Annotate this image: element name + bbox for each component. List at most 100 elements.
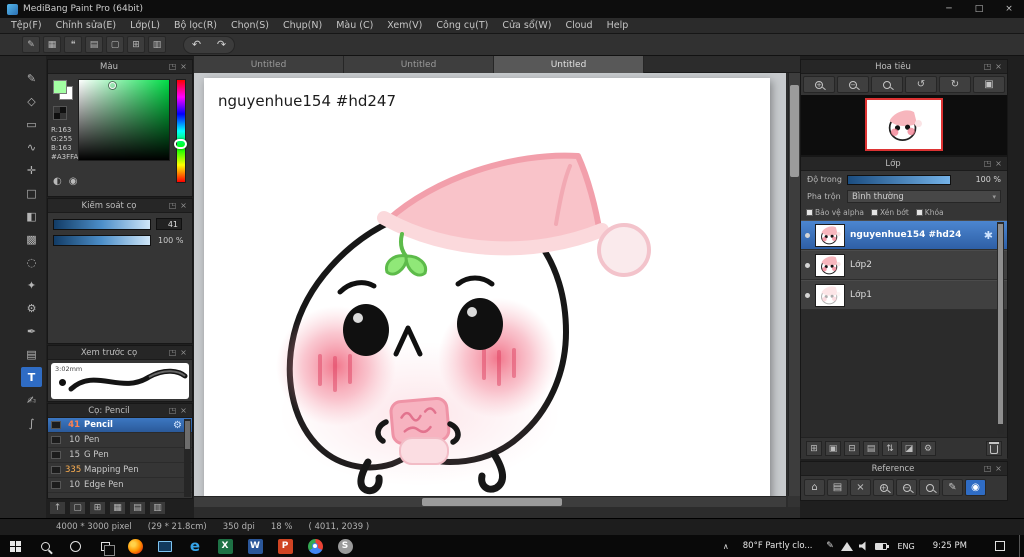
brush-item-edge-pen[interactable]: 10 Edge Pen bbox=[48, 478, 192, 493]
taskbar-skype[interactable]: S bbox=[330, 535, 360, 557]
network-button[interactable] bbox=[839, 535, 856, 557]
taskbar-edge[interactable]: e bbox=[180, 535, 210, 557]
tab-untitled-2[interactable]: Untitled bbox=[344, 56, 494, 73]
menu-cloud[interactable]: Cloud bbox=[558, 18, 599, 33]
toolbar-panel-icon[interactable]: ▤ bbox=[85, 36, 103, 53]
home-icon[interactable]: ⌂ bbox=[804, 479, 825, 496]
clipping-icon[interactable]: ◪ bbox=[901, 441, 917, 456]
layer-row[interactable]: Lớp1 bbox=[801, 280, 1007, 310]
language-indicator[interactable]: ENG bbox=[890, 542, 923, 551]
pen-tool-icon[interactable]: ✎ bbox=[21, 68, 42, 88]
hscroll-thumb[interactable] bbox=[422, 498, 562, 506]
pencil-icon[interactable]: ✎ bbox=[942, 479, 963, 496]
eraser-tool-icon[interactable]: ◇ bbox=[21, 91, 42, 111]
popout-icon[interactable]: ◳ bbox=[167, 200, 178, 211]
volume-button[interactable] bbox=[856, 535, 873, 557]
close-icon[interactable]: × bbox=[178, 61, 189, 72]
brush-size-slider[interactable] bbox=[53, 218, 151, 230]
taskbar-firefox[interactable] bbox=[120, 535, 150, 557]
close-icon[interactable]: × bbox=[993, 61, 1004, 72]
shape-tool-icon[interactable]: □ bbox=[21, 183, 42, 203]
lasso-tool-icon[interactable]: ◌ bbox=[21, 252, 42, 272]
brush-item-gpen[interactable]: 15 G Pen bbox=[48, 448, 192, 463]
upload-icon[interactable]: ↑ bbox=[49, 501, 66, 515]
minimize-button[interactable]: ─ bbox=[934, 0, 964, 18]
foreground-color-swatch[interactable] bbox=[53, 80, 67, 94]
brush-settings-icon[interactable]: ⚙ bbox=[173, 420, 182, 431]
show-desktop-button[interactable] bbox=[1019, 535, 1024, 557]
sv-cursor[interactable] bbox=[109, 82, 116, 89]
redo-button[interactable]: ↷ bbox=[209, 37, 234, 53]
toolbar-brush-icon[interactable]: ✎ bbox=[22, 36, 40, 53]
blend-mode-dropdown[interactable]: Bình thường ▾ bbox=[847, 190, 1001, 203]
rotate-left-button[interactable]: ↺ bbox=[905, 76, 937, 93]
canvas[interactable]: nguyenhue154 #hd247 bbox=[204, 78, 770, 502]
canvas-viewport[interactable]: nguyenhue154 #hd247 bbox=[194, 73, 786, 507]
taskbar-chrome[interactable] bbox=[300, 535, 330, 557]
duplicate-layer-icon[interactable]: ▣ bbox=[825, 441, 841, 456]
folder-icon[interactable]: ▤ bbox=[827, 479, 848, 496]
taskbar-search-button[interactable] bbox=[30, 535, 60, 557]
curve-tool-icon[interactable]: ∫ bbox=[21, 413, 42, 433]
menu-view[interactable]: Xem(V) bbox=[380, 18, 429, 33]
tab-untitled-3[interactable]: Untitled bbox=[494, 56, 644, 73]
move-tool-icon[interactable]: ✛ bbox=[21, 160, 42, 180]
folder-icon[interactable]: ▤ bbox=[129, 501, 146, 515]
layer-scrollbar[interactable] bbox=[997, 222, 1004, 434]
action-center-icon[interactable] bbox=[995, 541, 1005, 551]
clipping-checkbox[interactable]: Xén bớt bbox=[870, 208, 909, 217]
popout-icon[interactable]: ◳ bbox=[167, 61, 178, 72]
layer-row-active[interactable]: nguyenhue154 #hd24 ✱ bbox=[801, 220, 1007, 250]
saturation-value-picker[interactable] bbox=[78, 79, 170, 161]
brush-opacity-slider[interactable] bbox=[53, 235, 151, 246]
menu-help[interactable]: Help bbox=[600, 18, 636, 33]
transparent-swatch[interactable] bbox=[53, 106, 67, 120]
toolbar-grid-icon[interactable]: ▦ bbox=[43, 36, 61, 53]
menu-color[interactable]: Màu (C) bbox=[329, 18, 380, 33]
undo-button[interactable]: ↶ bbox=[184, 37, 209, 53]
clear-icon[interactable]: × bbox=[850, 479, 871, 496]
grid-icon[interactable]: ▦ bbox=[109, 501, 126, 515]
visibility-icon[interactable] bbox=[805, 262, 810, 268]
divide-tool-icon[interactable]: ▤ bbox=[21, 344, 42, 364]
menu-file[interactable]: Tệp(F) bbox=[4, 18, 49, 33]
navigator-preview-area[interactable] bbox=[801, 95, 1007, 155]
task-view-button[interactable] bbox=[90, 535, 120, 557]
canvas-hscrollbar[interactable] bbox=[194, 496, 786, 507]
menu-tools[interactable]: Công cụ(T) bbox=[429, 18, 495, 33]
close-icon[interactable]: × bbox=[178, 405, 189, 416]
eyedropper-tool-icon[interactable]: ✒ bbox=[21, 321, 42, 341]
layer-opacity-slider[interactable] bbox=[847, 174, 951, 185]
layer-row[interactable]: Lớp2 bbox=[801, 250, 1007, 280]
rotate-right-button[interactable]: ↻ bbox=[939, 76, 971, 93]
canvas-vscrollbar[interactable] bbox=[788, 73, 800, 507]
battery-button[interactable] bbox=[873, 535, 890, 557]
taskbar-word[interactable]: W bbox=[240, 535, 270, 557]
close-icon[interactable]: × bbox=[993, 158, 1004, 169]
vscroll-thumb[interactable] bbox=[790, 85, 799, 177]
brush-item-mapping-pen[interactable]: 335 Mapping Pen bbox=[48, 463, 192, 478]
zoom-reset-button[interactable] bbox=[919, 479, 940, 496]
visibility-icon[interactable] bbox=[805, 292, 810, 298]
brush-list-scrollbar[interactable] bbox=[184, 419, 191, 497]
taskbar-clock[interactable]: 9:25 PM bbox=[923, 541, 977, 551]
new-page-icon[interactable]: ▢ bbox=[69, 501, 86, 515]
popout-icon[interactable]: ◳ bbox=[982, 463, 993, 474]
lock-checkbox[interactable]: Khóa bbox=[915, 208, 944, 217]
operation-tool-icon[interactable]: ⚙ bbox=[21, 298, 42, 318]
merge-down-icon[interactable]: ⊟ bbox=[844, 441, 860, 456]
hidden-icons-chevron[interactable]: ∧ bbox=[718, 542, 734, 551]
weather-widget[interactable]: 80°F Partly clo... bbox=[734, 541, 822, 551]
brush-tool-icon[interactable]: ∿ bbox=[21, 137, 42, 157]
alpha-lock-checkbox[interactable]: Bảo vệ alpha bbox=[806, 208, 864, 217]
zoom-out-button[interactable]: − bbox=[896, 479, 917, 496]
hue-cursor[interactable] bbox=[174, 139, 187, 149]
taskbar-powerpoint[interactable]: P bbox=[270, 535, 300, 557]
menu-snap[interactable]: Chụp(N) bbox=[276, 18, 329, 33]
pen2-tool-icon[interactable]: ✍ bbox=[21, 390, 42, 410]
toolbar-table-icon[interactable]: ▥ bbox=[148, 36, 166, 53]
menu-layer[interactable]: Lớp(L) bbox=[123, 18, 167, 33]
toolbar-page-icon[interactable]: ▢ bbox=[106, 36, 124, 53]
layer-scroll-thumb[interactable] bbox=[998, 224, 1003, 424]
close-icon[interactable]: × bbox=[178, 347, 189, 358]
